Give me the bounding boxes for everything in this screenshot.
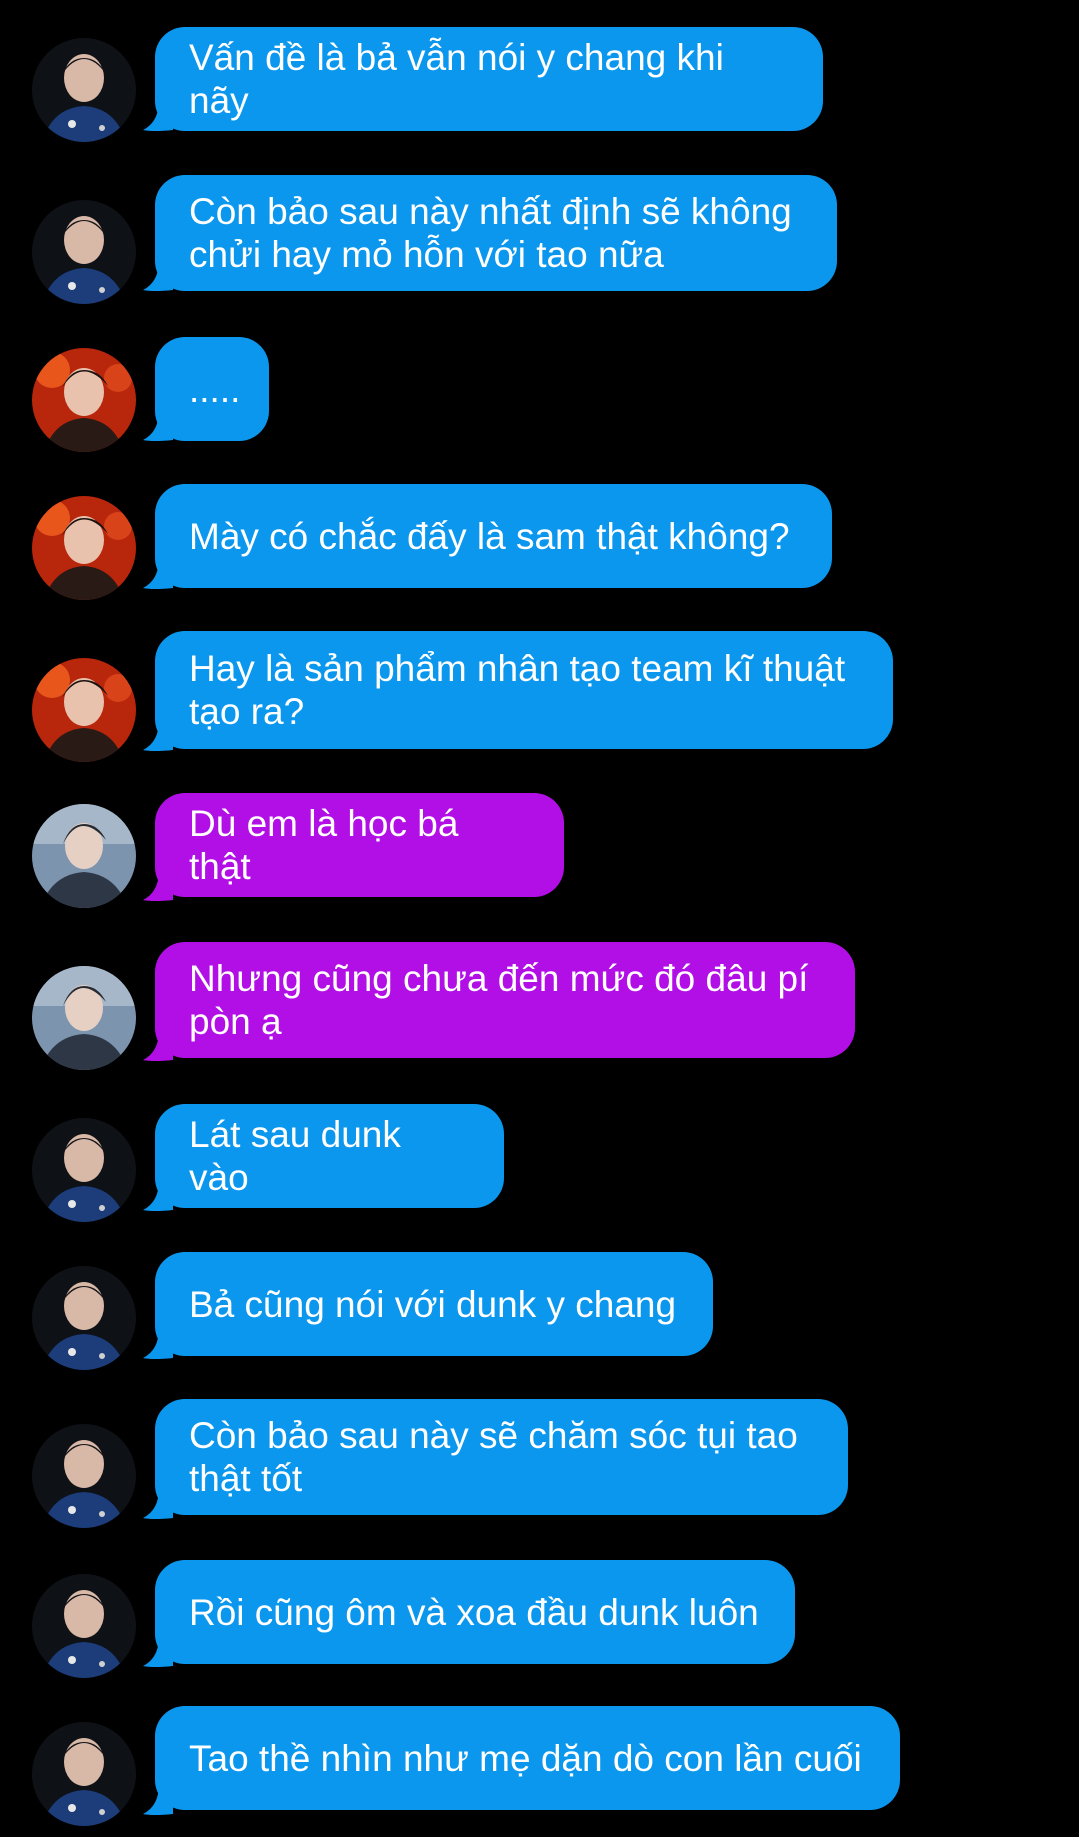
message-row: Còn bảo sau này sẽ chăm sóc tụi tao thật… — [0, 1390, 1079, 1550]
message-row: Bả cũng nói với dunk y chang — [0, 1242, 1079, 1382]
avatar[interactable] — [32, 38, 136, 142]
message-bubble[interactable]: Rồi cũng ôm và xoa đầu dunk luôn — [155, 1560, 795, 1664]
message-bubble[interactable]: Còn bảo sau này nhất định sẽ không chửi … — [155, 175, 837, 291]
message-bubble[interactable]: Bả cũng nói với dunk y chang — [155, 1252, 713, 1356]
avatar-dark-blue-icon — [32, 1722, 136, 1826]
message-bubble[interactable]: Lát sau dunk vào — [155, 1104, 504, 1208]
avatar-dark-blue-icon — [32, 1424, 136, 1528]
message-text: Lát sau dunk vào — [189, 1114, 401, 1198]
avatar[interactable] — [32, 348, 136, 452]
avatar-red-orange-icon — [32, 348, 136, 452]
message-bubble[interactable]: Nhưng cũng chưa đến mức đó đâu pí pòn ạ — [155, 942, 855, 1058]
message-text: Nhưng cũng chưa đến mức đó đâu pí pòn ạ — [189, 958, 809, 1042]
avatar-red-orange-icon — [32, 658, 136, 762]
avatar-dark-blue-icon — [32, 1118, 136, 1222]
message-bubble[interactable]: Mày có chắc đấy là sam thật không? — [155, 484, 832, 588]
message-row: Hay là sản phẩm nhân tạo team kĩ thuật t… — [0, 608, 1079, 768]
avatar[interactable] — [32, 496, 136, 600]
message-bubble[interactable]: Còn bảo sau này sẽ chăm sóc tụi tao thật… — [155, 1399, 848, 1515]
message-text: Dù em là học bá thật — [189, 803, 459, 887]
avatar[interactable] — [32, 1118, 136, 1222]
message-row: Còn bảo sau này nhất định sẽ không chửi … — [0, 148, 1079, 308]
message-bubble[interactable]: Vấn đề là bả vẫn nói y chang khi nãy — [155, 27, 823, 131]
message-row: Lát sau dunk vào — [0, 1094, 1079, 1234]
message-text: Vấn đề là bả vẫn nói y chang khi nãy — [189, 37, 724, 121]
message-text: ..... — [189, 368, 241, 410]
message-bubble[interactable]: Hay là sản phẩm nhân tạo team kĩ thuật t… — [155, 631, 893, 749]
avatar-dark-blue-icon — [32, 1266, 136, 1370]
chat-thread: Vấn đề là bả vẫn nói y chang khi nãy Còn… — [0, 0, 1079, 1837]
message-row: Vấn đề là bả vẫn nói y chang khi nãy — [0, 0, 1079, 142]
avatar[interactable] — [32, 804, 136, 908]
message-text: Còn bảo sau này sẽ chăm sóc tụi tao thật… — [189, 1415, 798, 1499]
avatar[interactable] — [32, 966, 136, 1070]
message-text: Hay là sản phẩm nhân tạo team kĩ thuật t… — [189, 648, 846, 732]
message-row: Mày có chắc đấy là sam thật không? — [0, 460, 1079, 600]
avatar[interactable] — [32, 1574, 136, 1678]
avatar[interactable] — [32, 1266, 136, 1370]
message-text: Bả cũng nói với dunk y chang — [189, 1283, 677, 1325]
avatar-red-orange-icon — [32, 496, 136, 600]
message-text: Tao thề nhìn như mẹ dặn dò con lần cuối — [189, 1737, 862, 1779]
message-text: Rồi cũng ôm và xoa đầu dunk luôn — [189, 1591, 759, 1633]
message-row: Dù em là học bá thật — [0, 776, 1079, 916]
avatar[interactable] — [32, 1722, 136, 1826]
message-text: Còn bảo sau này nhất định sẽ không chửi … — [189, 191, 792, 275]
avatar-dark-blue-icon — [32, 38, 136, 142]
avatar-grey-blue-icon — [32, 966, 136, 1070]
message-bubble[interactable]: Tao thề nhìn như mẹ dặn dò con lần cuối — [155, 1706, 900, 1810]
message-row: Rồi cũng ôm và xoa đầu dunk luôn — [0, 1550, 1079, 1690]
avatar-dark-blue-icon — [32, 1574, 136, 1678]
message-row: ..... — [0, 314, 1079, 454]
message-row: Tao thề nhìn như mẹ dặn dò con lần cuối — [0, 1698, 1079, 1837]
message-row: Nhưng cũng chưa đến mức đó đâu pí pòn ạ — [0, 920, 1079, 1080]
avatar-dark-blue-icon — [32, 200, 136, 304]
message-text: Mày có chắc đấy là sam thật không? — [189, 515, 790, 557]
avatar[interactable] — [32, 658, 136, 762]
avatar-grey-blue-icon — [32, 804, 136, 908]
message-bubble[interactable]: Dù em là học bá thật — [155, 793, 564, 897]
avatar[interactable] — [32, 1424, 136, 1528]
avatar[interactable] — [32, 200, 136, 304]
message-bubble[interactable]: ..... — [155, 337, 269, 441]
